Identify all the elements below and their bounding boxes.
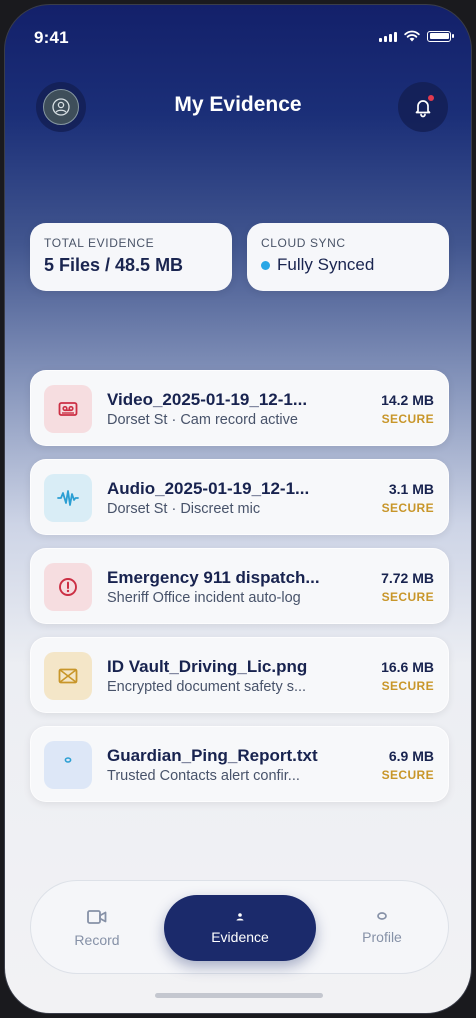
cloud-sync-label: CLOUD SYNC [261,236,346,250]
phone-screen: 9:41 My Evidence TOTAL EVIDENCE 5 Files … [4,4,472,1014]
wifi-icon [404,30,420,42]
file-status-badge: SECURE [381,590,434,604]
file-name: Emergency 911 dispatch... [107,568,320,587]
file-size: 16.6 MB [381,659,434,675]
bottom-navigation: Record Evidence Profile [30,880,449,974]
file-subtitle: Dorset St · Cam record active [107,412,298,428]
file-icon-container [44,563,92,611]
status-icons [379,30,454,42]
file-size: 6.9 MB [388,748,434,764]
file-size: 3.1 MB [388,481,434,497]
file-subtitle: Sheriff Office incident auto-log [107,590,301,606]
file-item-audio[interactable]: Audio_2025-01-19_12-1... Dorset St · Dis… [30,459,449,535]
status-time: 9:41 [34,28,69,47]
id-card-icon [58,668,78,684]
file-name: Audio_2025-01-19_12-1... [107,479,310,498]
status-bar: 9:41 [5,5,471,75]
file-status-badge: SECURE [381,768,434,782]
total-evidence-label: TOTAL EVIDENCE [44,236,155,250]
file-item-video[interactable]: Video_2025-01-19_12-1... Dorset St · Cam… [30,370,449,446]
cloud-sync-card: CLOUD SYNC Fully Synced [247,223,449,291]
evidence-icon [236,913,244,921]
file-name: Video_2025-01-19_12-1... [107,390,308,409]
file-icon-container [44,741,92,789]
nav-tab-label: Record [74,932,120,948]
cloud-sync-status: Fully Synced [261,255,435,275]
nav-tab-profile[interactable]: Profile [322,895,442,961]
audio-wave-icon [57,490,79,506]
ping-icon [64,757,72,763]
file-name: ID Vault_Driving_Lic.png [107,657,308,676]
total-evidence-card: TOTAL EVIDENCE 5 Files / 48.5 MB [30,223,232,291]
file-item-guardian-ping[interactable]: Guardian_Ping_Report.txt Trusted Contact… [30,726,449,802]
nav-tab-evidence[interactable]: Evidence [164,895,316,961]
cloud-sync-value: Fully Synced [277,255,375,274]
nav-tab-label: Profile [362,929,402,945]
file-size: 14.2 MB [381,392,434,408]
home-indicator[interactable] [155,993,323,998]
notification-badge [428,95,434,101]
video-cassette-icon [58,402,78,416]
nav-tab-record[interactable]: Record [37,895,157,961]
file-icon-container [44,474,92,522]
signal-icon [379,30,397,42]
notifications-button[interactable] [398,82,448,132]
file-subtitle: Dorset St · Discreet mic [107,501,261,517]
file-item-emergency[interactable]: Emergency 911 dispatch... Sheriff Office… [30,548,449,624]
file-subtitle: Trusted Contacts alert confir... [107,768,300,784]
app-header: My Evidence [5,75,471,139]
profile-icon [377,912,387,920]
file-item-id-vault[interactable]: ID Vault_Driving_Lic.png Encrypted docum… [30,637,449,713]
file-name: Guardian_Ping_Report.txt [107,746,318,765]
nav-tab-label: Evidence [211,929,269,945]
file-icon-container [44,652,92,700]
file-icon-container [44,385,92,433]
battery-icon [427,30,454,42]
file-status-badge: SECURE [381,412,434,426]
sync-status-dot-icon [261,260,270,270]
stats-row: TOTAL EVIDENCE 5 Files / 48.5 MB CLOUD S… [30,223,449,291]
file-subtitle: Encrypted document safety s... [107,679,307,695]
file-status-badge: SECURE [381,679,434,693]
file-status-badge: SECURE [381,501,434,515]
total-evidence-value: 5 Files / 48.5 MB [44,255,184,275]
video-camera-icon [87,910,107,924]
alert-circle-icon [59,578,77,596]
evidence-file-list: Video_2025-01-19_12-1... Dorset St · Cam… [30,370,449,815]
file-size: 7.72 MB [381,570,434,586]
